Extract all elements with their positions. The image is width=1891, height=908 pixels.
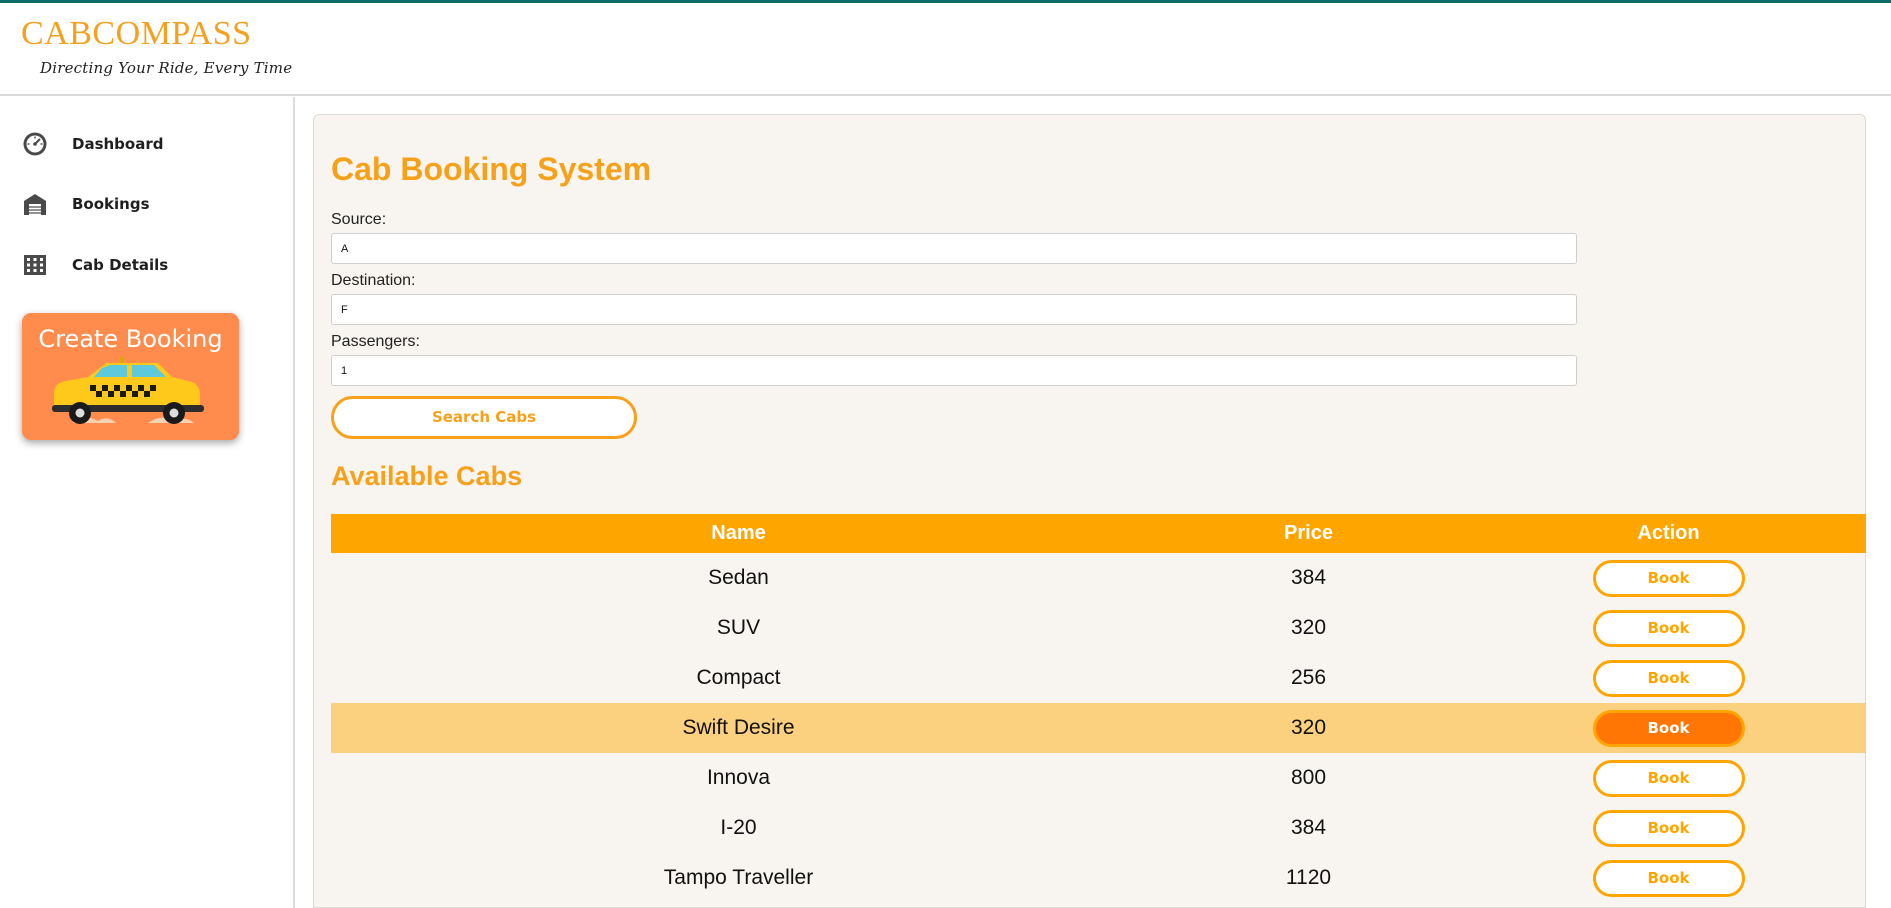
sidebar-item-label: Cab Details (72, 256, 169, 274)
cab-price: 256 (1290, 666, 1327, 689)
column-header-action: Action (1637, 522, 1700, 544)
source-input[interactable] (331, 233, 1577, 264)
source-label: Source: (331, 211, 387, 228)
brand-tagline: Directing Your Ride, Every Time (40, 59, 293, 77)
speedometer-icon (20, 129, 50, 159)
passengers-label: Passengers: (331, 333, 420, 350)
garage-icon (20, 189, 50, 219)
table-row: Tampo Traveller 1120 Book (331, 853, 1866, 903)
book-button[interactable]: Book (1592, 859, 1745, 897)
cab-price: 800 (1290, 766, 1327, 789)
create-booking-card[interactable]: Create Booking (22, 313, 239, 440)
cab-name: SUV (716, 616, 761, 639)
table-header: Name Price Action (331, 514, 1866, 553)
sidebar-item-dashboard[interactable]: Dashboard (20, 129, 280, 159)
book-button[interactable]: Book (1592, 809, 1745, 847)
cab-name: Tampo Traveller (663, 866, 814, 889)
cab-name: I-20 (720, 816, 757, 839)
cab-name: Sedan (708, 566, 769, 589)
cab-price: 1120 (1285, 866, 1332, 889)
cab-name: Innova (706, 766, 771, 789)
cab-name: Swift Desire (682, 716, 795, 739)
column-header-name: Name (711, 522, 766, 544)
cab-price: 320 (1290, 616, 1327, 639)
table-row: Compact 256 Book (331, 653, 1866, 703)
table-row-highlighted: Swift Desire 320 Book (331, 703, 1866, 753)
sidebar-item-label: Bookings (72, 195, 150, 213)
book-button[interactable]: Book (1592, 759, 1745, 797)
table-row: Innova 800 Book (331, 753, 1866, 803)
search-cabs-button[interactable]: Search Cabs (331, 396, 637, 439)
cab-price: 320 (1290, 716, 1327, 739)
taxi-icon (50, 355, 210, 438)
page-title: Cab Booking System (331, 151, 652, 187)
destination-input[interactable] (331, 294, 1577, 325)
cab-name: Compact (696, 666, 781, 689)
results-title: Available Cabs (331, 461, 523, 491)
sidebar-item-bookings[interactable]: Bookings (20, 189, 280, 219)
table-row: Sedan 384 Book (331, 553, 1866, 603)
grid-icon (20, 250, 50, 280)
sidebar-item-label: Dashboard (72, 135, 164, 153)
booking-panel: Cab Booking System Source: Destination: … (313, 114, 1866, 908)
book-button[interactable]: Book (1592, 559, 1745, 597)
cab-price: 384 (1290, 566, 1327, 589)
sidebar: Dashboard Bookings Cab Details Create Bo… (0, 97, 295, 908)
book-button-active[interactable]: Book (1592, 709, 1745, 747)
destination-label: Destination: (331, 272, 416, 289)
table-row: SUV 320 Book (331, 603, 1866, 653)
column-header-price: Price (1284, 522, 1333, 544)
app-header: CABCOMPASS Directing Your Ride, Every Ti… (0, 3, 1891, 96)
create-booking-label: Create Booking (38, 325, 223, 353)
sidebar-item-cab-details[interactable]: Cab Details (20, 250, 280, 280)
brand-logo[interactable]: CABCOMPASS (21, 15, 252, 53)
book-button[interactable]: Book (1592, 659, 1745, 697)
passengers-input[interactable] (331, 355, 1577, 386)
cabs-table: Name Price Action Sedan 384 Book SUV 320… (331, 514, 1866, 903)
table-row: I-20 384 Book (331, 803, 1866, 853)
cab-price: 384 (1290, 816, 1327, 839)
book-button[interactable]: Book (1592, 609, 1745, 647)
